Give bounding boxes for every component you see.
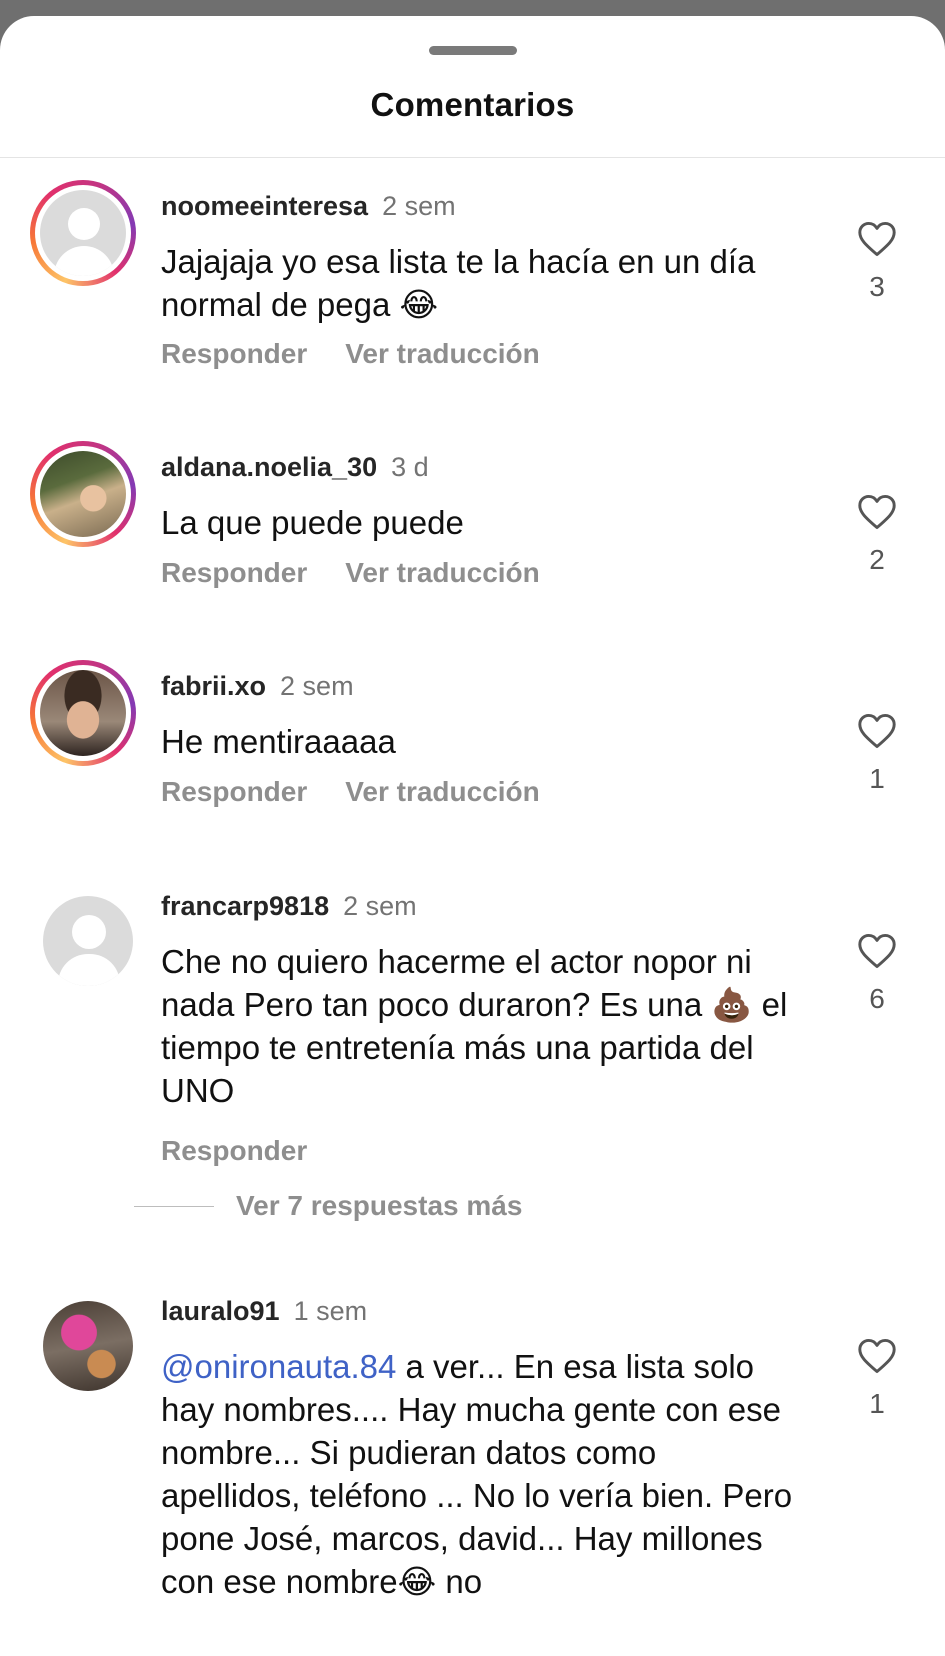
comment-meta: lauralo91 1 sem xyxy=(161,1295,367,1327)
like-count: 1 xyxy=(869,1388,885,1419)
translate-button[interactable]: Ver traducción xyxy=(345,776,540,807)
like-count: 1 xyxy=(869,763,885,794)
sheet-title: Comentarios xyxy=(370,86,575,123)
translate-button[interactable]: Ver traducción xyxy=(345,338,540,369)
comment-text: Che no quiero hacerme el actor nopor ni … xyxy=(161,943,788,1109)
comment-actions: Responder Ver traducción xyxy=(161,338,540,370)
heart-outline-icon[interactable] xyxy=(855,933,899,969)
like-control: 1 xyxy=(855,1338,899,1420)
comment-text: @onironauta.84 a ver... En esa lista sol… xyxy=(161,1345,801,1603)
heart-outline-icon[interactable] xyxy=(855,713,899,749)
comment-actions: Responder Ver traducción xyxy=(161,557,540,589)
comment-time: 3 d xyxy=(391,452,429,482)
heart-outline-icon[interactable] xyxy=(855,221,899,257)
header-divider xyxy=(0,157,945,158)
profile-photo xyxy=(43,1301,133,1391)
reply-button[interactable]: Responder xyxy=(161,1135,307,1166)
comment-time: 1 sem xyxy=(293,1296,368,1326)
comment-meta: noomeeinteresa 2 sem xyxy=(161,190,456,222)
like-count: 3 xyxy=(869,271,885,302)
like-control: 3 xyxy=(855,221,899,303)
comment-body: a ver... En esa lista solo hay nombres..… xyxy=(161,1348,793,1600)
avatar[interactable] xyxy=(30,660,136,766)
avatar[interactable] xyxy=(30,180,136,286)
replies-line xyxy=(134,1206,214,1207)
heart-outline-icon[interactable] xyxy=(855,1338,899,1374)
comment-time: 2 sem xyxy=(343,891,417,921)
translate-button[interactable]: Ver traducción xyxy=(345,557,540,588)
comment-username[interactable]: fabrii.xo xyxy=(161,671,266,701)
comment-username[interactable]: aldana.noelia_30 xyxy=(161,452,377,482)
comment-time: 2 sem xyxy=(382,191,456,221)
mention-link[interactable]: @onironauta.84 xyxy=(161,1348,396,1385)
reply-button[interactable]: Responder xyxy=(161,776,307,807)
reply-button[interactable]: Responder xyxy=(161,338,307,369)
comment-username[interactable]: lauralo91 xyxy=(161,1296,280,1326)
drag-handle[interactable] xyxy=(429,46,517,55)
comment-time: 2 sem xyxy=(280,671,354,701)
avatar[interactable] xyxy=(30,1288,136,1394)
avatar[interactable] xyxy=(30,441,136,547)
comments-sheet: Comentarios noomeeinteresa 2 sem Jajajaja… xyxy=(0,16,945,1656)
reply-button[interactable]: Responder xyxy=(161,557,307,588)
comment-text: He mentiraaaaa xyxy=(161,723,396,760)
avatar[interactable] xyxy=(30,883,136,989)
comment-text: La que puede puede xyxy=(161,504,464,541)
profile-photo xyxy=(40,670,126,756)
view-more-replies-label[interactable]: Ver 7 respuestas más xyxy=(236,1190,522,1222)
like-control: 2 xyxy=(855,494,899,576)
person-silhouette-icon xyxy=(43,896,133,986)
like-control: 6 xyxy=(855,933,899,1015)
heart-outline-icon[interactable] xyxy=(855,494,899,530)
person-silhouette-icon xyxy=(40,190,126,276)
comment-username[interactable]: noomeeinteresa xyxy=(161,191,368,221)
like-count: 2 xyxy=(869,544,885,575)
comment-meta: aldana.noelia_30 3 d xyxy=(161,451,429,483)
like-count: 6 xyxy=(869,983,885,1014)
comment-text: Jajajaja yo esa lista te la hacía en un … xyxy=(161,243,756,323)
comment-actions: Responder xyxy=(161,1135,307,1167)
profile-photo xyxy=(40,451,126,537)
comment-meta: fabrii.xo 2 sem xyxy=(161,670,354,702)
comment-username[interactable]: francarp9818 xyxy=(161,891,329,921)
comment-meta: francarp9818 2 sem xyxy=(161,890,417,922)
like-control: 1 xyxy=(855,713,899,795)
comment-actions: Responder Ver traducción xyxy=(161,776,540,808)
